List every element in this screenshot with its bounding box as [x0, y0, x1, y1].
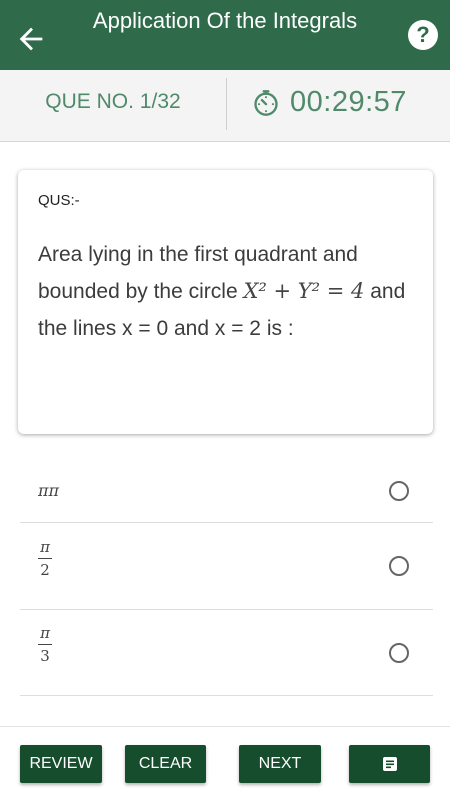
fraction-bar	[38, 644, 52, 645]
question-mark-icon[interactable]: ?	[408, 20, 438, 50]
app-bar: Application Of the Integrals ?	[0, 0, 450, 70]
option-3[interactable]: π 3	[20, 610, 433, 696]
option-3-numerator: π	[40, 624, 50, 642]
question-card: QUS:- Area lying in the first quadrant a…	[18, 170, 433, 434]
option-1-radio[interactable]	[389, 481, 409, 501]
next-button[interactable]: NEXT	[239, 745, 321, 783]
stopwatch-icon	[254, 89, 278, 116]
option-3-text: π 3	[38, 624, 52, 665]
fraction-bar	[38, 558, 52, 559]
page-title: Application Of the Integrals	[92, 8, 358, 33]
question-label: QUS:-	[38, 192, 80, 209]
option-2-text: π 2	[38, 538, 52, 579]
option-3-radio[interactable]	[389, 643, 409, 663]
timer: 00:29:57	[252, 86, 407, 119]
timer-value: 00:29:57	[290, 86, 407, 118]
bottom-divider	[0, 726, 450, 727]
arrow-left-icon[interactable]	[14, 22, 48, 56]
menu-button[interactable]	[349, 745, 430, 783]
option-3-denominator: 3	[40, 647, 50, 665]
option-2[interactable]: π 2	[20, 523, 433, 610]
info-bar: QUE NO. 1/32 00:29:57	[0, 70, 450, 142]
option-2-numerator: π	[40, 538, 50, 556]
question-text: Area lying in the first quadrant and bou…	[38, 236, 418, 347]
question-math: X² + Y² = 4	[243, 279, 365, 303]
divider	[226, 78, 227, 130]
option-1-text: ππ	[38, 481, 60, 500]
review-button[interactable]: REVIEW	[20, 745, 102, 783]
option-2-denominator: 2	[40, 561, 50, 579]
option-2-radio[interactable]	[389, 556, 409, 576]
clear-button[interactable]: CLEAR	[125, 745, 206, 783]
option-1[interactable]: ππ	[20, 458, 433, 523]
question-counter: QUE NO. 1/32	[45, 90, 181, 113]
notes-icon	[382, 756, 397, 771]
